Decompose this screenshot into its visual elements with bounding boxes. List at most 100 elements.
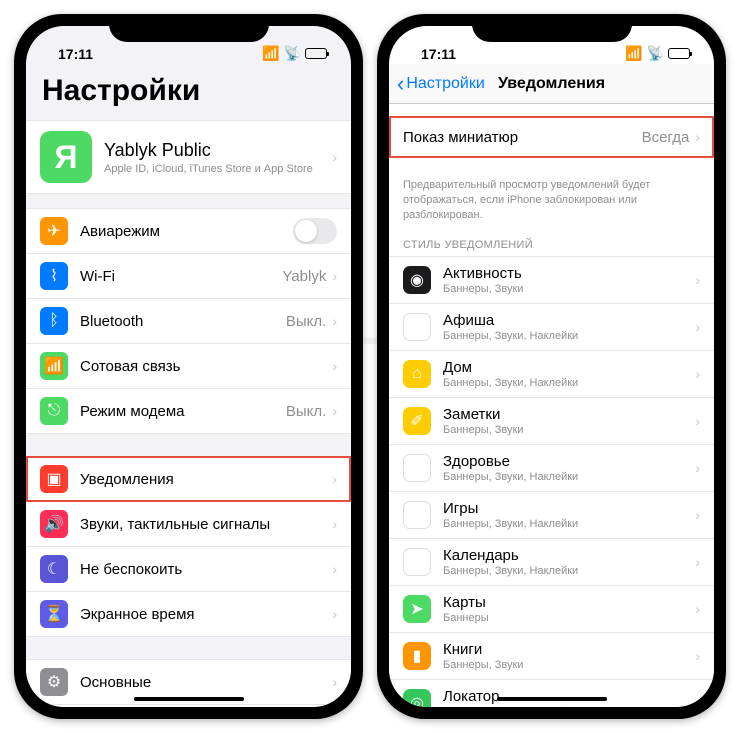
chevron-right-icon: › xyxy=(695,319,700,335)
screentime-cell[interactable]: ⏳ Экранное время › xyxy=(26,592,351,637)
app-sublabel: Баннеры, Звуки, Наклейки xyxy=(443,471,695,483)
chevron-right-icon: › xyxy=(695,507,700,523)
status-time: 17:11 xyxy=(50,46,93,62)
cellular-icon: 📶 xyxy=(40,352,68,380)
app-cell[interactable]: ➤ Карты Баннеры › xyxy=(389,586,714,633)
profile-name: Yablyk Public xyxy=(104,140,332,161)
chevron-right-icon: › xyxy=(695,366,700,382)
screentime-icon: ⏳ xyxy=(40,600,68,628)
app-icon: ⎔ xyxy=(403,501,431,529)
app-icon: ♥ xyxy=(403,454,431,482)
preview-cell[interactable]: Показ миниатюр Всегда › xyxy=(389,116,714,158)
app-icon: ✐ xyxy=(403,407,431,435)
nav-bar: ‹ Настройки Уведомления xyxy=(389,64,714,104)
dnd-icon: ☾ xyxy=(40,555,68,583)
gear-icon: ⚙︎ xyxy=(40,668,68,696)
chevron-right-icon: › xyxy=(332,561,337,577)
profile-avatar: Я xyxy=(40,131,92,183)
chevron-left-icon: ‹ xyxy=(397,71,404,97)
airplane-cell[interactable]: ✈︎ Авиарежим xyxy=(26,208,351,254)
page-title: Настройки xyxy=(26,64,351,120)
app-name: Игры xyxy=(443,500,695,517)
notch xyxy=(109,14,269,42)
airplane-icon: ✈︎ xyxy=(40,217,68,245)
chevron-right-icon: › xyxy=(332,358,337,374)
hotspot-icon: ⎋ xyxy=(40,397,68,425)
app-cell[interactable]: ♥ Здоровье Баннеры, Звуки, Наклейки › xyxy=(389,445,714,492)
chevron-right-icon: › xyxy=(332,471,337,487)
app-name: Активность xyxy=(443,265,695,282)
chevron-right-icon: › xyxy=(695,413,700,429)
app-cell[interactable]: ⎔ Игры Баннеры, Звуки, Наклейки › xyxy=(389,492,714,539)
sounds-label: Звуки, тактильные сигналы xyxy=(80,516,332,533)
wifi-icon: 📡 xyxy=(647,45,664,62)
signal-icon: 📶 xyxy=(625,45,642,62)
cellular-label: Сотовая связь xyxy=(80,358,332,375)
app-sublabel: Баннеры, Звуки xyxy=(443,424,695,436)
sounds-cell[interactable]: 🔊 Звуки, тактильные сигналы › xyxy=(26,502,351,547)
cellular-cell[interactable]: 📶 Сотовая связь › xyxy=(26,344,351,389)
bluetooth-value: Выкл. xyxy=(286,313,326,330)
app-sublabel: Баннеры xyxy=(443,612,695,624)
notifications-label: Уведомления xyxy=(80,471,332,488)
app-cell[interactable]: А Афиша Баннеры, Звуки, Наклейки › xyxy=(389,304,714,351)
preview-label: Показ миниатюр xyxy=(403,129,642,146)
airplane-label: Авиарежим xyxy=(80,223,293,240)
bluetooth-cell[interactable]: ᛒ Bluetooth Выкл. › xyxy=(26,299,351,344)
profile-cell[interactable]: Я Yablyk Public Apple ID, iCloud, iTunes… xyxy=(26,120,351,194)
sounds-icon: 🔊 xyxy=(40,510,68,538)
status-time: 17:11 xyxy=(413,46,456,62)
app-cell[interactable]: ◎ Локатор Баннеры, Звуки, Наклейки › xyxy=(389,680,714,707)
app-icon: ◎ xyxy=(403,689,431,707)
chevron-right-icon: › xyxy=(332,674,337,690)
app-cell[interactable]: ✐ Заметки Баннеры, Звуки › xyxy=(389,398,714,445)
app-cell[interactable]: ▮ Книги Баннеры, Звуки › xyxy=(389,633,714,680)
style-section-header: СТИЛЬ УВЕДОМЛЕНИЙ xyxy=(389,233,714,256)
app-sublabel: Баннеры, Звуки xyxy=(443,283,695,295)
nav-title: Уведомления xyxy=(498,75,605,93)
chevron-right-icon: › xyxy=(332,149,337,165)
chevron-right-icon: › xyxy=(695,129,700,145)
chevron-right-icon: › xyxy=(695,601,700,617)
chevron-right-icon: › xyxy=(332,403,337,419)
wifi-value: Yablyk xyxy=(282,268,326,285)
app-name: Календарь xyxy=(443,547,695,564)
bluetooth-label: Bluetooth xyxy=(80,313,286,330)
battery-icon xyxy=(668,48,690,59)
wifi-cell[interactable]: ⌇ Wi-Fi Yablyk › xyxy=(26,254,351,299)
app-icon: ⌂ xyxy=(403,360,431,388)
hotspot-cell[interactable]: ⎋ Режим модема Выкл. › xyxy=(26,389,351,434)
chevron-right-icon: › xyxy=(695,554,700,570)
airplane-switch[interactable] xyxy=(293,218,337,244)
preview-footer: Предварительный просмотр уведомлений буд… xyxy=(389,172,714,233)
notifications-cell[interactable]: ▣ Уведомления › xyxy=(26,456,351,502)
app-sublabel: Баннеры, Звуки, Наклейки xyxy=(443,377,695,389)
app-name: Заметки xyxy=(443,406,695,423)
chevron-right-icon: › xyxy=(332,268,337,284)
app-name: Дом xyxy=(443,359,695,376)
wifi-label: Wi-Fi xyxy=(80,268,282,285)
app-sublabel: Баннеры, Звуки, Наклейки xyxy=(443,706,695,707)
signal-icon: 📶 xyxy=(262,45,279,62)
dnd-label: Не беспокоить xyxy=(80,561,332,578)
app-name: Карты xyxy=(443,594,695,611)
back-button[interactable]: ‹ Настройки xyxy=(397,71,485,97)
chevron-right-icon: › xyxy=(695,648,700,664)
app-icon: А xyxy=(403,313,431,341)
app-sublabel: Баннеры, Звуки, Наклейки xyxy=(443,518,695,530)
chevron-right-icon: › xyxy=(332,606,337,622)
app-cell[interactable]: ◉ Активность Баннеры, Звуки › xyxy=(389,256,714,304)
app-cell[interactable]: ⌂ Дом Баннеры, Звуки, Наклейки › xyxy=(389,351,714,398)
home-indicator[interactable] xyxy=(134,697,244,701)
app-cell[interactable]: ▦ Календарь Баннеры, Звуки, Наклейки › xyxy=(389,539,714,586)
hotspot-value: Выкл. xyxy=(286,403,326,420)
chevron-right-icon: › xyxy=(695,272,700,288)
hotspot-label: Режим модема xyxy=(80,403,286,420)
profile-sublabel: Apple ID, iCloud, iTunes Store и App Sto… xyxy=(104,163,332,175)
home-indicator[interactable] xyxy=(497,697,607,701)
dnd-cell[interactable]: ☾ Не беспокоить › xyxy=(26,547,351,592)
control-center-cell[interactable]: ⌘ Пункт управления › xyxy=(26,705,351,707)
app-sublabel: Баннеры, Звуки, Наклейки xyxy=(443,565,695,577)
chevron-right-icon: › xyxy=(332,313,337,329)
notifications-icon: ▣ xyxy=(40,465,68,493)
